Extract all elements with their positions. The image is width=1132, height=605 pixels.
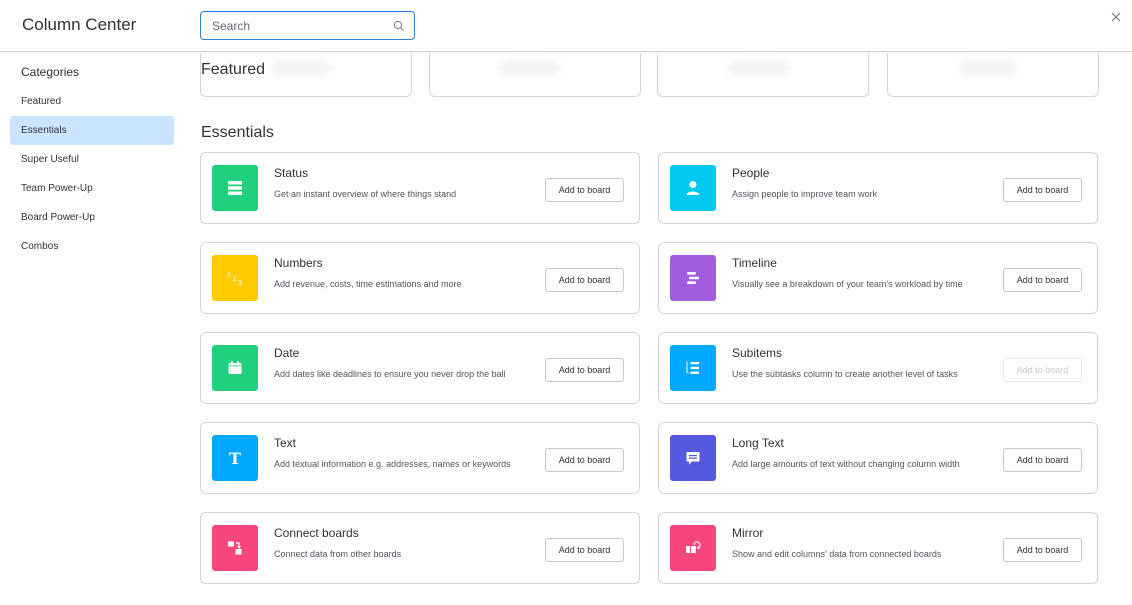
column-name: Subitems	[732, 346, 783, 360]
column-name: Numbers	[274, 256, 323, 270]
close-icon[interactable]	[1108, 9, 1124, 25]
add-to-board-button[interactable]: Add to board	[1003, 448, 1082, 472]
column-name: Mirror	[732, 526, 764, 540]
add-to-board-button[interactable]: Add to board	[1003, 268, 1082, 292]
subitems-icon	[670, 345, 716, 391]
column-description: Visually see a breakdown of your team's …	[732, 279, 963, 289]
categories-list: Featured Essentials Super Useful Team Po…	[10, 87, 174, 261]
search-box[interactable]	[200, 11, 415, 40]
sidebar-item-essentials[interactable]: Essentials	[10, 116, 174, 145]
mirror-icon	[670, 525, 716, 571]
main-content: Featured Essentials Status Get an instan…	[185, 53, 1132, 605]
column-card-status: Status Get an instant overview of where …	[200, 152, 640, 224]
add-to-board-button[interactable]: Add to board	[545, 178, 624, 202]
column-name: People	[732, 166, 770, 180]
sidebar-item-board-power-up[interactable]: Board Power-Up	[10, 203, 174, 232]
sidebar-item-combos[interactable]: Combos	[10, 232, 174, 261]
column-card-numbers: 123 Numbers Add revenue, costs, time est…	[200, 242, 640, 314]
add-to-board-button[interactable]: Add to board	[545, 538, 624, 562]
svg-text:3: 3	[238, 280, 242, 287]
column-name: Connect boards	[274, 526, 359, 540]
add-to-board-button[interactable]: Add to board	[545, 358, 624, 382]
svg-text:T: T	[229, 449, 241, 468]
categories-heading: Categories	[21, 65, 80, 79]
column-description: Add textual information e.g. addresses, …	[274, 459, 511, 469]
column-card-subitems: Subitems Use the subtasks column to crea…	[658, 332, 1098, 404]
calendar-icon	[212, 345, 258, 391]
column-card-text: T Text Add textual information e.g. addr…	[200, 422, 640, 494]
modal-title: Column Center	[22, 15, 137, 34]
column-description: Add revenue, costs, time estimations and…	[274, 279, 462, 289]
add-to-board-button[interactable]: Add to board	[1003, 358, 1082, 382]
column-description: Use the subtasks column to create anothe…	[732, 369, 958, 379]
column-description: Get an instant overview of where things …	[274, 189, 457, 199]
column-card-long-text: Long Text Add large amounts of text with…	[658, 422, 1098, 494]
column-name: Date	[274, 346, 300, 360]
modal-header: Column Center	[0, 0, 1132, 52]
column-description: Show and edit columns' data from connect…	[732, 549, 942, 559]
svg-text:1: 1	[227, 272, 231, 279]
featured-section-title: Featured	[201, 61, 266, 78]
add-to-board-button[interactable]: Add to board	[1003, 178, 1082, 202]
column-card-connect-boards: Connect boards Connect data from other b…	[200, 512, 640, 584]
text-icon: T	[212, 435, 258, 481]
chat-icon	[670, 435, 716, 481]
featured-card[interactable]	[429, 53, 641, 97]
timeline-icon	[670, 255, 716, 301]
column-name: Long Text	[732, 436, 784, 450]
column-description: Assign people to improve team work	[732, 189, 878, 199]
add-to-board-button[interactable]: Add to board	[1003, 538, 1082, 562]
column-description: Connect data from other boards	[274, 549, 402, 559]
column-description: Add large amounts of text without changi…	[732, 459, 960, 469]
sidebar-item-featured[interactable]: Featured	[10, 87, 174, 116]
search-icon[interactable]	[393, 20, 405, 32]
add-to-board-button[interactable]: Add to board	[545, 268, 624, 292]
numbers-icon: 123	[212, 255, 258, 301]
column-name: Status	[274, 166, 309, 180]
search-input[interactable]	[201, 12, 386, 39]
connect-boards-icon	[212, 525, 258, 571]
column-name: Text	[274, 436, 297, 450]
column-card-people: People Assign people to improve team wor…	[658, 152, 1098, 224]
person-icon	[670, 165, 716, 211]
categories-sidebar: Categories Featured Essentials Super Use…	[0, 53, 185, 605]
column-card-timeline: Timeline Visually see a breakdown of you…	[658, 242, 1098, 314]
column-description: Add dates like deadlines to ensure you n…	[274, 369, 506, 379]
svg-text:2: 2	[233, 276, 237, 283]
status-icon	[212, 165, 258, 211]
sidebar-item-super-useful[interactable]: Super Useful	[10, 145, 174, 174]
sidebar-item-team-power-up[interactable]: Team Power-Up	[10, 174, 174, 203]
column-card-mirror: Mirror Show and edit columns' data from …	[658, 512, 1098, 584]
featured-card[interactable]	[887, 53, 1099, 97]
column-card-date: Date Add dates like deadlines to ensure …	[200, 332, 640, 404]
column-name: Timeline	[732, 256, 777, 270]
add-to-board-button[interactable]: Add to board	[545, 448, 624, 472]
essentials-section-title: Essentials	[201, 124, 274, 141]
featured-card[interactable]	[657, 53, 869, 97]
